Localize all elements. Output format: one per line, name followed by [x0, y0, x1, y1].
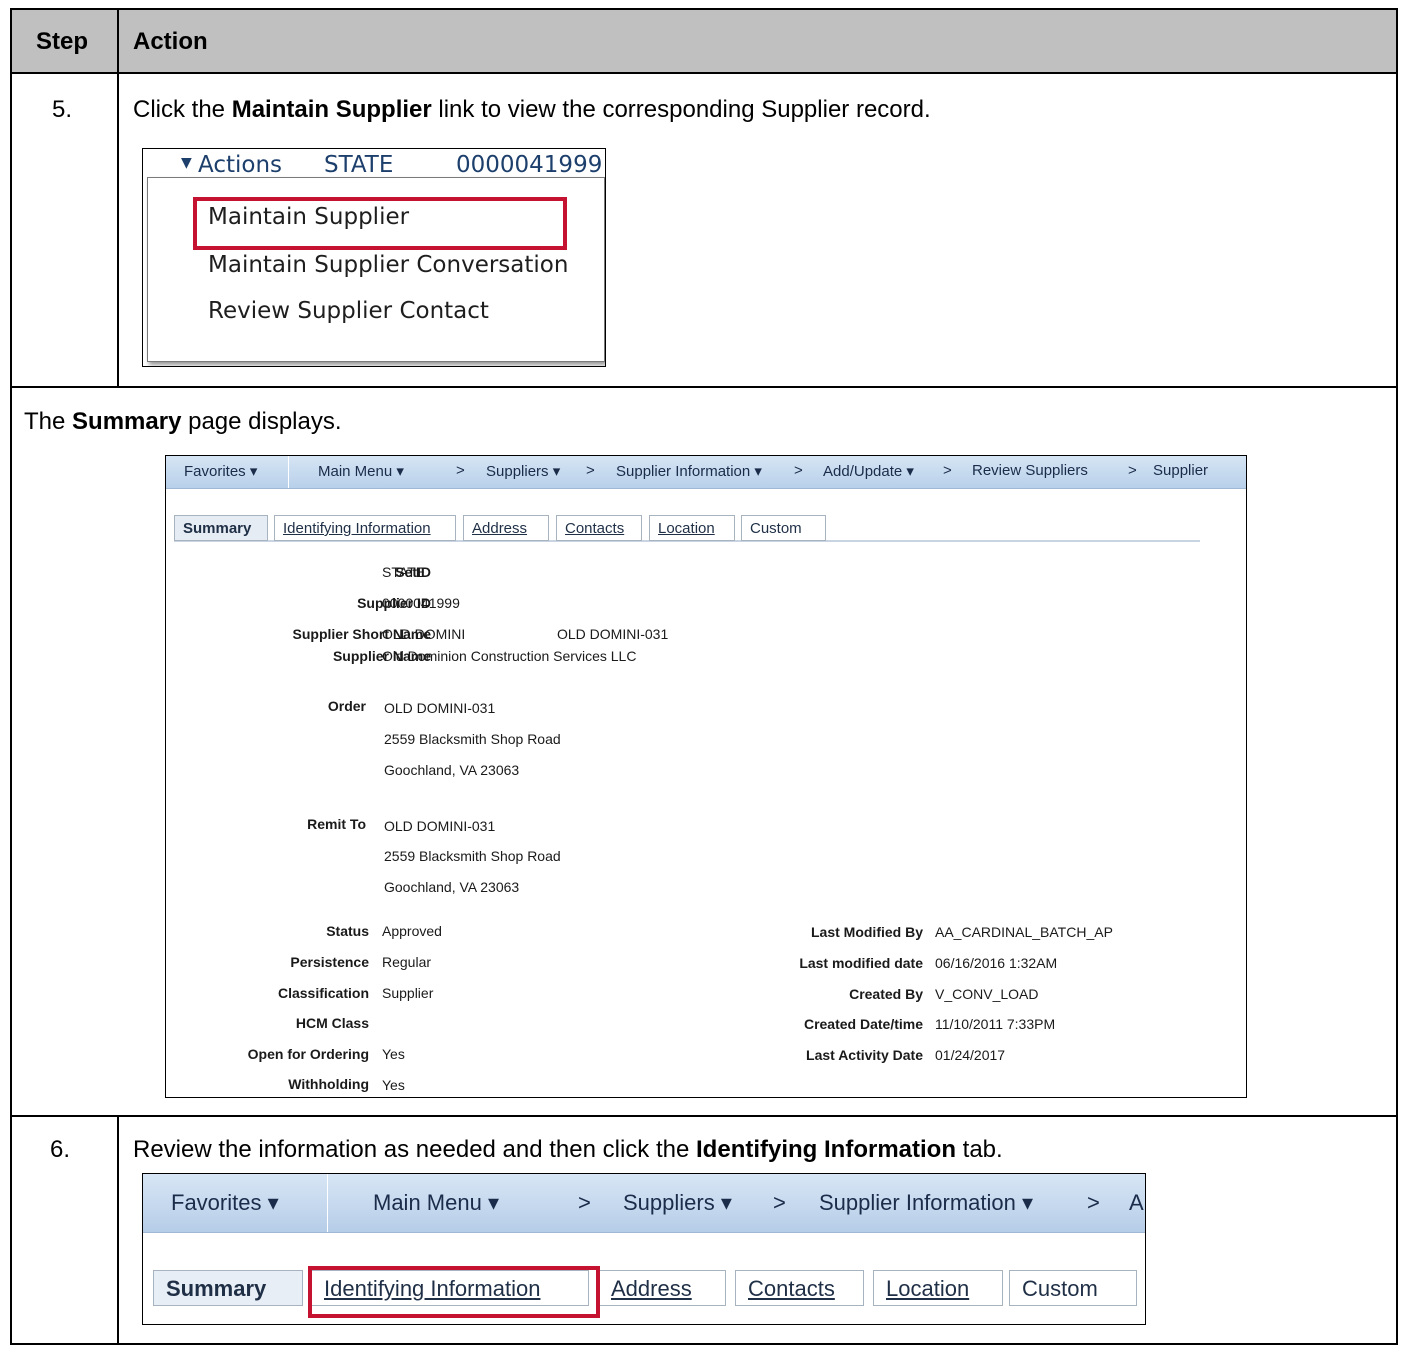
remit-line: 2559 Blacksmith Shop Road [384, 848, 561, 864]
created-by-value: V_CONV_LOAD [935, 986, 1039, 1002]
column-divider [117, 72, 119, 388]
step-instruction: Review the information as needed and the… [133, 1136, 1003, 1163]
supplier-id-value: 0000041999 [456, 152, 603, 178]
identifying-tab-screenshot: Favorites ▾ Main Menu ▾ > Suppliers ▾ > … [142, 1173, 1146, 1325]
nav-favorites[interactable]: Favorites ▾ [171, 1190, 279, 1216]
last-modified-by-label: Last Modified By [810, 924, 923, 940]
step-number: 6. [50, 1136, 71, 1163]
tab-location[interactable]: Location [873, 1270, 1003, 1306]
setid-value: STATE [382, 564, 426, 580]
remit-line: Goochland, VA 23063 [384, 879, 520, 895]
nav-bar: Favorites ▾ Main Menu ▾ > Suppliers ▾ > … [166, 456, 1246, 489]
breadcrumb-separator: > [578, 1190, 591, 1215]
withholding-label: Withholding [288, 1076, 369, 1092]
nav-supplier[interactable]: Supplier [1153, 462, 1208, 479]
order-line: OLD DOMINI-031 [384, 700, 496, 716]
nav-add-update[interactable]: Add/Update ▾ [823, 462, 914, 480]
nav-divider [288, 456, 289, 488]
breadcrumb-separator: > [773, 1190, 786, 1215]
classification-label: Classification [277, 985, 369, 1001]
nav-supplier-information[interactable]: Supplier Information ▾ [819, 1190, 1033, 1216]
breadcrumb-separator: > [586, 462, 595, 479]
action-column-header: Action [133, 28, 208, 55]
remit-to-label: Remit To [307, 816, 366, 832]
nav-suppliers[interactable]: Suppliers ▾ [486, 462, 560, 480]
withholding-value: Yes [382, 1077, 405, 1093]
highlight-box [193, 197, 567, 250]
highlight-box [308, 1266, 600, 1318]
nav-supplier-information[interactable]: Supplier Information ▾ [616, 462, 762, 480]
caret-down-icon: ▼ [181, 155, 192, 171]
tab-address[interactable]: Address [598, 1270, 726, 1306]
last-modified-date-value: 06/16/2016 1:32AM [935, 955, 1058, 971]
hcm-class-label: HCM Class [295, 1015, 369, 1031]
breadcrumb-separator: > [943, 462, 952, 479]
order-line: Goochland, VA 23063 [384, 762, 520, 778]
last-modified-date-label: Last modified date [799, 955, 923, 971]
tab-identifying-information[interactable]: Identifying Information [274, 515, 456, 541]
nav-main-menu[interactable]: Main Menu ▾ [373, 1190, 499, 1216]
nav-favorites[interactable]: Favorites ▾ [184, 462, 257, 480]
summary-page-screenshot: Favorites ▾ Main Menu ▾ > Suppliers ▾ > … [165, 455, 1247, 1098]
open-for-ordering-label: Open for Ordering [247, 1046, 369, 1062]
actions-trigger[interactable]: Actions [198, 152, 282, 178]
tab-location[interactable]: Location [649, 515, 735, 541]
last-activity-date-value: 01/24/2017 [935, 1047, 1006, 1063]
tab-address[interactable]: Address [463, 515, 549, 541]
tab-custom[interactable]: Custom [741, 515, 826, 541]
short-name-location: OLD DOMINI-031 [557, 626, 669, 642]
breadcrumb-separator: > [1087, 1190, 1100, 1215]
nav-truncated-item: A [1129, 1190, 1144, 1215]
breadcrumb-separator: > [456, 462, 465, 479]
nav-divider [327, 1174, 328, 1232]
supplier-name-value: Old Dominion Construction Services LLC [382, 648, 637, 664]
created-datetime-label: Created Date/time [803, 1016, 923, 1032]
short-name-value: OLD DOMINI [382, 626, 466, 642]
column-divider [117, 8, 119, 74]
menu-item-review-supplier-contact[interactable]: Review Supplier Contact [208, 298, 489, 324]
table-header [10, 8, 1398, 74]
created-by-label: Created By [849, 986, 923, 1002]
step-number: 5. [52, 96, 73, 123]
persistence-label: Persistence [290, 954, 369, 970]
setid-value: STATE [324, 152, 394, 178]
status-value: Approved [382, 923, 442, 939]
nav-suppliers[interactable]: Suppliers ▾ [623, 1190, 732, 1216]
breadcrumb-separator: > [794, 462, 803, 479]
supplier-id-value: 0000041999 [382, 595, 460, 611]
open-for-ordering-value: Yes [382, 1046, 405, 1062]
order-label: Order [327, 698, 366, 714]
actions-menu-screenshot: ▼ Actions STATE 0000041999 Maintain Supp… [142, 148, 606, 367]
tab-summary[interactable]: Summary [153, 1270, 303, 1306]
tab-custom[interactable]: Custom [1009, 1270, 1137, 1306]
last-modified-by-value: AA_CARDINAL_BATCH_AP [935, 924, 1113, 940]
last-activity-date-label: Last Activity Date [806, 1047, 923, 1063]
nav-review-suppliers[interactable]: Review Suppliers [972, 462, 1088, 479]
status-label: Status [326, 923, 369, 939]
remit-line: OLD DOMINI-031 [384, 818, 496, 834]
nav-main-menu[interactable]: Main Menu ▾ [318, 462, 404, 480]
classification-value: Supplier [382, 985, 434, 1001]
tab-contacts[interactable]: Contacts [556, 515, 642, 541]
nav-bar: Favorites ▾ Main Menu ▾ > Suppliers ▾ > … [143, 1174, 1145, 1233]
step-instruction: Click the Maintain Supplier link to view… [133, 96, 931, 123]
created-datetime-value: 11/10/2011 7:33PM [935, 1016, 1056, 1032]
step-column-header: Step [36, 28, 89, 55]
menu-item-maintain-supplier-conversation[interactable]: Maintain Supplier Conversation [208, 252, 568, 278]
summary-note: The Summary page displays. [24, 408, 342, 435]
order-line: 2559 Blacksmith Shop Road [384, 731, 561, 747]
tab-summary[interactable]: Summary [174, 515, 268, 541]
column-divider [117, 1115, 119, 1345]
breadcrumb-separator: > [1128, 462, 1137, 479]
tab-contacts[interactable]: Contacts [735, 1270, 864, 1306]
persistence-value: Regular [382, 954, 432, 970]
